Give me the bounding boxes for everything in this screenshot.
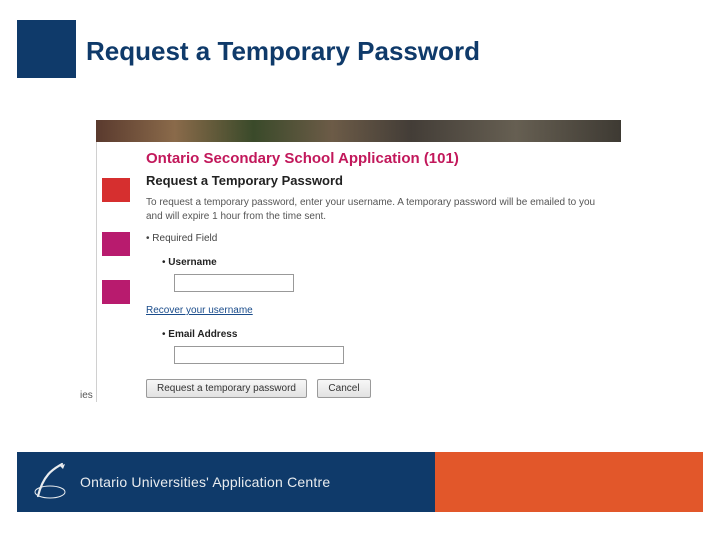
footer-org-name: Ontario Universities' Application Centre [80,474,330,490]
application-title: Ontario Secondary School Application (10… [140,142,621,173]
username-input[interactable] [174,274,294,292]
instruction-text: To request a temporary password, enter y… [140,196,621,231]
screenshot-panel: ies Ontario Secondary School Application… [96,120,621,420]
ouac-logo-icon [30,462,70,502]
footer: Ontario Universities' Application Centre [0,452,720,512]
recover-username-link[interactable]: Recover your username [146,305,253,316]
sidebar-accent-2 [102,232,130,256]
required-field-note: Required Field [140,231,621,250]
username-label: Username [162,257,217,268]
page-heading: Request a Temporary Password [140,173,621,196]
email-label: Email Address [162,329,237,340]
accent-block [17,20,76,78]
footer-logo: Ontario Universities' Application Centre [30,460,330,504]
email-input[interactable] [174,346,344,364]
slide-title: Request a Temporary Password [86,36,480,67]
sidebar-accent-3 [102,280,130,304]
button-row: Request a temporary password Cancel [140,372,621,398]
left-divider [96,142,97,402]
cropped-text: ies [80,390,93,401]
request-password-button[interactable]: Request a temporary password [146,379,307,398]
footer-accent [435,452,703,512]
form-area: Ontario Secondary School Application (10… [140,142,621,398]
cancel-button[interactable]: Cancel [317,379,370,398]
banner-image [96,120,621,142]
sidebar-accent-1 [102,178,130,202]
